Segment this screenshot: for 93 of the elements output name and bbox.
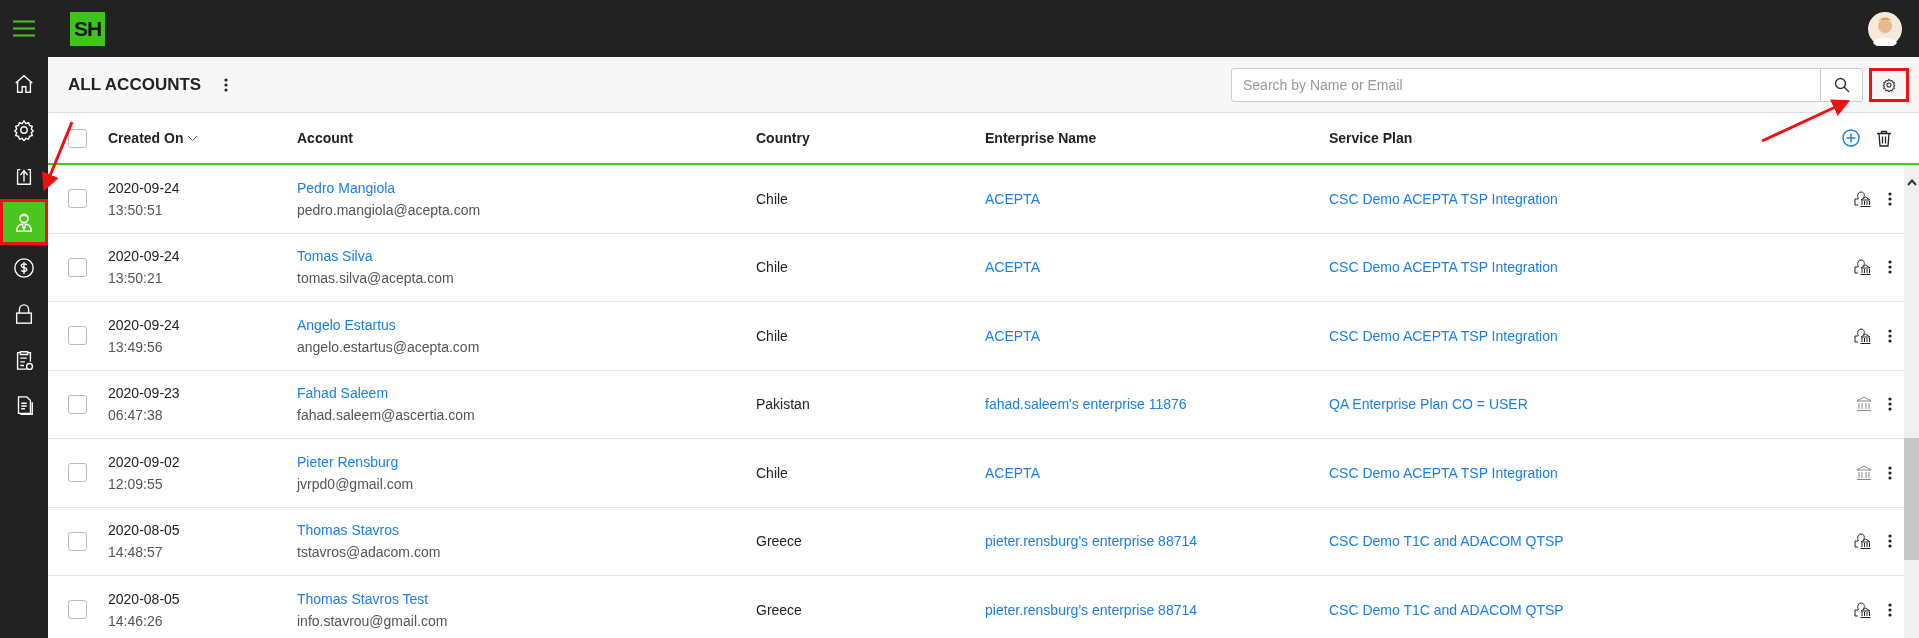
account-name-link[interactable]: Angelo Estartus — [297, 316, 396, 333]
country-text: Chile — [756, 190, 788, 207]
user-bank-icon[interactable] — [1854, 532, 1872, 551]
more-icon[interactable] — [1888, 328, 1892, 343]
row-checkbox[interactable] — [68, 463, 87, 483]
created-time: 12:09:55 — [108, 475, 163, 492]
country-text: Chile — [756, 327, 788, 344]
user-bank-icon[interactable] — [1854, 189, 1872, 208]
row-checkbox[interactable] — [68, 600, 87, 620]
menu-icon[interactable] — [13, 20, 35, 37]
scrollbar[interactable] — [1904, 165, 1919, 638]
column-header: Account — [297, 130, 354, 146]
account-name-link[interactable]: Tomas Silva — [297, 248, 373, 265]
scrollbar-thumb[interactable] — [1904, 438, 1919, 560]
page-title: ALL ACCOUNTS — [68, 74, 202, 95]
row-checkbox[interactable] — [68, 394, 87, 414]
delete-icon[interactable] — [1876, 129, 1892, 147]
service-plan-link[interactable]: CSC Demo T1C and ADACOM QTSP — [1329, 601, 1564, 618]
column-header: Enterprise Name — [985, 130, 1098, 146]
more-icon[interactable] — [1888, 260, 1892, 275]
account-name-link[interactable]: Pedro Mangiola — [297, 179, 396, 196]
settings-icon — [1882, 77, 1896, 92]
enterprise-link[interactable]: pieter.rensburg's enterprise 88714 — [985, 533, 1198, 550]
column-header[interactable]: Created On — [108, 130, 297, 146]
logo: SH — [70, 11, 106, 46]
account-email: info.stavrou@gmail.com — [297, 612, 448, 629]
more-icon[interactable] — [1888, 465, 1892, 480]
bank-icon[interactable] — [1856, 464, 1872, 481]
service-plan-link[interactable]: QA Enterprise Plan CO = USER — [1329, 396, 1528, 413]
created-time: 13:50:21 — [108, 270, 163, 287]
service-plan-link[interactable]: CSC Demo ACEPTA TSP Integration — [1329, 464, 1558, 481]
account-email: tstavros@adacom.com — [297, 544, 441, 561]
search-button[interactable] — [1821, 67, 1863, 102]
row-checkbox[interactable] — [68, 531, 87, 551]
enterprise-link[interactable]: fahad.saleem's enterprise 11876 — [985, 396, 1187, 413]
account-email: fahad.saleem@ascertia.com — [297, 407, 475, 424]
service-plan-link[interactable]: CSC Demo ACEPTA TSP Integration — [1329, 327, 1558, 344]
country-text: Greece — [756, 533, 802, 550]
created-date: 2020-09-24 — [108, 316, 180, 333]
more-icon[interactable] — [1888, 191, 1892, 206]
account-name-link[interactable]: Fahad Saleem — [297, 385, 389, 402]
enterprise-link[interactable]: ACEPTA — [985, 190, 1040, 207]
user-bank-icon[interactable] — [1854, 258, 1872, 277]
user-bank-icon[interactable] — [1854, 600, 1872, 619]
sort-caret-icon — [187, 134, 199, 142]
created-date: 2020-09-24 — [108, 179, 180, 196]
country-text: Chile — [756, 464, 788, 481]
service-plan-link[interactable]: CSC Demo ACEPTA TSP Integration — [1329, 190, 1558, 207]
avatar-icon[interactable] — [1868, 11, 1902, 46]
created-date: 2020-09-23 — [108, 385, 180, 402]
column-header: Country — [756, 130, 811, 146]
account-email: pedro.mangiola@acepta.com — [297, 201, 481, 218]
created-time: 13:50:51 — [108, 201, 163, 218]
created-date: 2020-09-02 — [108, 453, 180, 470]
account-email: tomas.silva@acepta.com — [297, 270, 454, 287]
enterprise-link[interactable]: pieter.rensburg's enterprise 88714 — [985, 601, 1198, 618]
search-icon — [1833, 76, 1850, 93]
settings-button[interactable] — [1869, 67, 1909, 102]
enterprise-link[interactable]: ACEPTA — [985, 259, 1040, 276]
row-checkbox[interactable] — [68, 257, 87, 277]
country-text: Pakistan — [756, 396, 810, 413]
column-header: Service Plan — [1329, 130, 1414, 146]
created-time: 14:46:26 — [108, 612, 163, 629]
created-time: 14:48:57 — [108, 544, 163, 561]
enterprise-link[interactable]: ACEPTA — [985, 464, 1040, 481]
created-date: 2020-09-24 — [108, 248, 180, 265]
search-field[interactable]: Search by Name or Email — [1231, 67, 1821, 102]
account-email: jvrpd0@gmail.com — [297, 475, 414, 492]
created-time: 06:47:38 — [108, 407, 163, 424]
account-email: angelo.estartus@acepta.com — [297, 338, 480, 355]
created-time: 13:49:56 — [108, 338, 163, 355]
add-icon[interactable] — [1842, 129, 1860, 147]
row-checkbox[interactable] — [68, 189, 87, 209]
account-name-link[interactable]: Pieter Rensburg — [297, 453, 399, 470]
account-name-link[interactable]: Thomas Stavros — [297, 522, 399, 539]
more-icon[interactable] — [1888, 602, 1892, 617]
more-icon[interactable] — [1888, 397, 1892, 412]
scroll-up-icon[interactable] — [1906, 179, 1917, 186]
more-icon[interactable] — [224, 77, 229, 92]
bank-icon[interactable] — [1856, 396, 1872, 413]
enterprise-link[interactable]: ACEPTA — [985, 327, 1040, 344]
more-icon[interactable] — [1888, 534, 1892, 549]
service-plan-link[interactable]: CSC Demo T1C and ADACOM QTSP — [1329, 533, 1564, 550]
country-text: Chile — [756, 259, 788, 276]
user-bank-icon[interactable] — [1854, 326, 1872, 345]
row-checkbox[interactable] — [68, 326, 87, 346]
annotation-arrow — [42, 121, 74, 192]
service-plan-link[interactable]: CSC Demo ACEPTA TSP Integration — [1329, 259, 1558, 276]
country-text: Greece — [756, 601, 802, 618]
select-all-checkbox[interactable] — [68, 128, 87, 148]
created-date: 2020-08-05 — [108, 522, 180, 539]
created-date: 2020-08-05 — [108, 590, 180, 607]
account-name-link[interactable]: Thomas Stavros Test — [297, 590, 429, 607]
